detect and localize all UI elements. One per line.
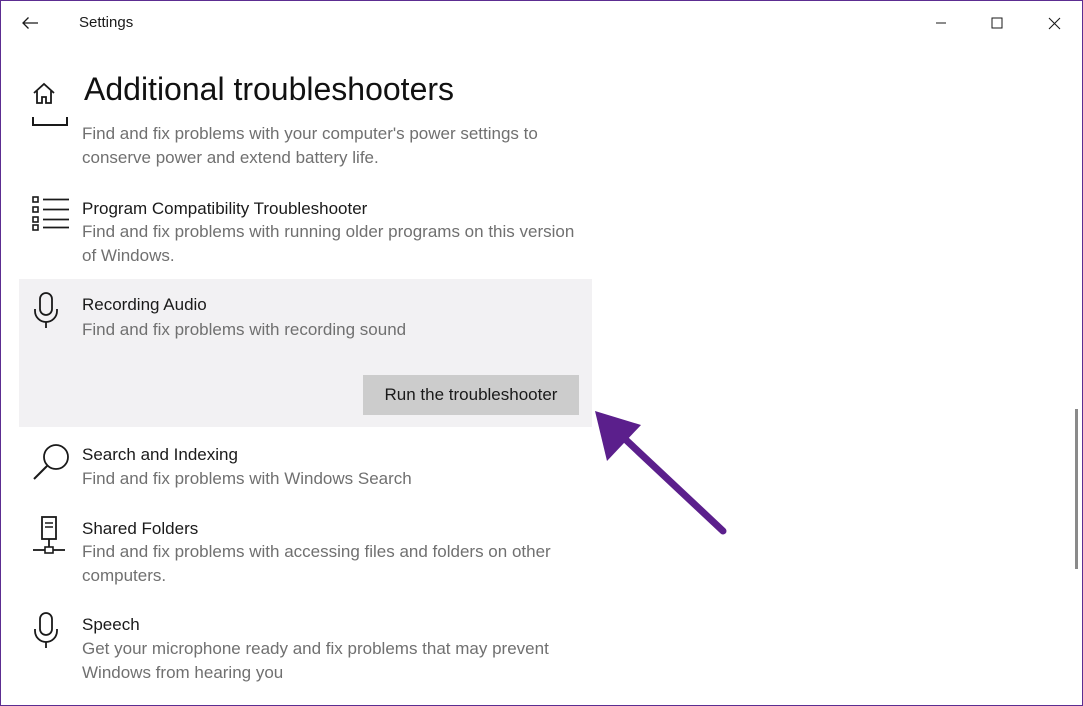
scrollbar-thumb[interactable] [1075, 409, 1078, 569]
list-item-power[interactable]: Find and fix problems with your computer… [19, 117, 592, 179]
microphone-icon [34, 612, 58, 648]
item-title: Speech [82, 615, 140, 634]
list-item-speech[interactable]: Speech Get your microphone ready and fix… [19, 609, 592, 689]
item-description: Get your microphone ready and fix proble… [82, 639, 549, 682]
maximize-icon [991, 17, 1003, 29]
list-item-program-compatibility[interactable]: Program Compatibility Troubleshooter Fin… [19, 193, 592, 271]
item-description: Find and fix problems with your computer… [82, 124, 538, 167]
settings-window: Settings Additional troubleshooters Find… [0, 0, 1083, 706]
home-icon[interactable] [31, 81, 57, 107]
title-bar: Settings [1, 1, 1082, 45]
list-item-search-indexing[interactable]: Search and Indexing Find and fix problem… [19, 439, 592, 499]
item-description: Find and fix problems with recording sou… [82, 320, 407, 339]
item-title: Search and Indexing [82, 445, 238, 464]
item-title: Program Compatibility Troubleshooter [82, 199, 368, 218]
network-folder-icon [33, 516, 65, 554]
window-title: Settings [79, 14, 134, 31]
item-title: Recording Audio [82, 295, 207, 314]
list-item-shared-folders[interactable]: Shared Folders Find and fix problems wit… [19, 513, 592, 591]
minimize-icon [936, 22, 946, 24]
page-title: Additional troubleshooters [84, 71, 455, 107]
minimize-button[interactable] [913, 1, 969, 45]
annotation-arrow-icon [595, 411, 727, 535]
run-troubleshooter-button[interactable]: Run the troubleshooter [363, 375, 579, 415]
back-button[interactable] [13, 9, 47, 37]
close-icon [1048, 17, 1060, 29]
item-title: Shared Folders [82, 519, 199, 538]
back-arrow-icon [22, 17, 38, 29]
search-icon [33, 444, 69, 480]
microphone-icon [34, 292, 58, 328]
list-icon [32, 196, 69, 231]
close-button[interactable] [1026, 1, 1082, 45]
power-icon [32, 117, 68, 126]
item-description: Find and fix problems with Windows Searc… [82, 469, 412, 488]
list-item-recording-audio[interactable]: Recording Audio Find and fix problems wi… [19, 279, 592, 427]
item-description: Find and fix problems with running older… [82, 222, 575, 265]
item-description: Find and fix problems with accessing fil… [82, 542, 551, 585]
maximize-button[interactable] [969, 1, 1025, 45]
